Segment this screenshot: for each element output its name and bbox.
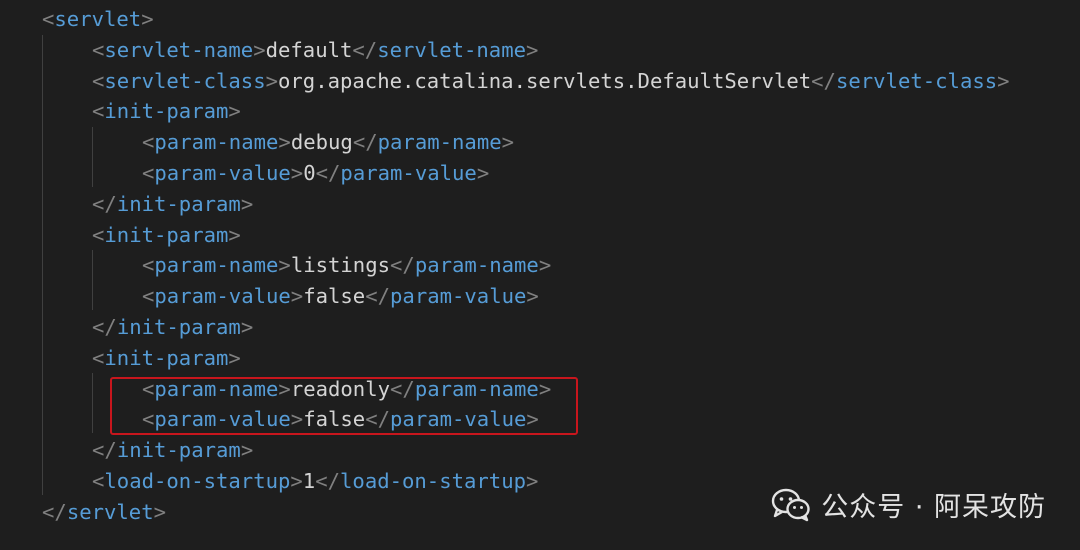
- open-tag-name: param-name: [154, 130, 279, 155]
- watermark: 公众号 · 阿呆攻防: [771, 485, 1046, 524]
- open-tag-name: servlet-class: [104, 68, 266, 93]
- close-tag-name: servlet: [66, 499, 154, 524]
- code-line: <init-param>: [92, 220, 241, 250]
- indent-guide: [92, 373, 93, 433]
- code-editor: <servlet> <servlet-name>default</servlet-…: [0, 0, 1080, 550]
- open-tag-name: servlet-name: [104, 37, 254, 62]
- close-tag-name: init-param: [116, 315, 241, 339]
- code-line: <init-param>: [92, 96, 241, 126]
- bracket: </: [92, 438, 117, 463]
- bracket: <: [142, 253, 155, 278]
- bracket: </: [352, 37, 378, 62]
- close-tag-name: param-name: [414, 253, 539, 278]
- bracket: </: [92, 191, 117, 216]
- code-line: <param-value>0</param-value>: [142, 158, 489, 188]
- bracket: >: [476, 161, 490, 185]
- code-line: <load-on-startup>1</load-on-startup>: [92, 466, 538, 496]
- close-tag-name: servlet-class: [835, 68, 998, 93]
- open-tag-name: param-value: [154, 284, 291, 309]
- element-text: default: [265, 37, 353, 62]
- bracket: </: [811, 68, 836, 93]
- code-line: <param-name>debug</param-name>: [142, 127, 514, 157]
- close-tag-name: init-param: [116, 191, 241, 216]
- bracket: <: [92, 99, 105, 124]
- code-line: <param-value>false</param-value>: [142, 281, 539, 311]
- element-text: 1: [302, 469, 316, 493]
- bracket: >: [526, 469, 539, 493]
- open-tag-name: init-param: [104, 222, 229, 247]
- bracket: >: [265, 68, 278, 93]
- watermark-text: 公众号 · 阿呆攻防: [821, 492, 1046, 523]
- code-line: <servlet-class>org.apache.catalina.servl…: [92, 66, 1010, 96]
- code-line: </init-param>: [92, 189, 253, 219]
- code-line: <init-param>: [92, 343, 241, 373]
- code-line: <servlet-name>default</servlet-name>: [92, 35, 538, 65]
- bracket: >: [278, 253, 291, 278]
- bracket: >: [278, 130, 291, 155]
- bracket: >: [141, 7, 154, 31]
- bracket: >: [240, 438, 254, 463]
- open-tag-name: load-on-startup: [104, 469, 291, 493]
- bracket: <: [92, 37, 105, 62]
- highlight-box: [110, 377, 578, 435]
- bracket: >: [240, 191, 254, 216]
- bracket: >: [228, 345, 241, 370]
- bracket: >: [538, 253, 552, 278]
- indent-guide: [92, 250, 93, 310]
- element-text: listings: [290, 253, 391, 278]
- bracket: </: [315, 469, 341, 493]
- bracket: >: [228, 99, 241, 124]
- bracket: >: [240, 315, 254, 339]
- bracket: >: [997, 68, 1010, 93]
- bracket: <: [92, 469, 105, 493]
- bracket: >: [526, 37, 539, 62]
- element-text: 0: [303, 161, 316, 185]
- bracket: <: [92, 222, 105, 247]
- bracket: <: [142, 284, 155, 309]
- indent-guide: [42, 35, 43, 495]
- bracket: </: [92, 315, 117, 339]
- open-tag-name: init-param: [104, 99, 229, 124]
- bracket: >: [253, 37, 266, 62]
- bracket: </: [390, 253, 415, 278]
- bracket: </: [365, 284, 391, 309]
- element-text: org.apache.catalina.servlets.DefaultServ…: [278, 68, 812, 93]
- bracket: >: [290, 161, 304, 185]
- bracket: <: [92, 68, 105, 93]
- bracket: </: [352, 130, 378, 155]
- open-tag-name: param-value: [154, 161, 291, 185]
- close-tag-name: param-name: [377, 130, 502, 155]
- code-line: </servlet>: [42, 497, 166, 527]
- code-line: </init-param>: [92, 312, 253, 342]
- open-tag-name: init-param: [104, 345, 229, 370]
- close-tag-name: param-value: [340, 161, 477, 185]
- bracket: >: [228, 222, 241, 247]
- code-line: </init-param>: [92, 435, 253, 465]
- element-text: false: [303, 284, 366, 309]
- element-text: debug: [290, 130, 353, 155]
- bracket: >: [153, 499, 167, 524]
- close-tag-name: param-value: [390, 284, 527, 309]
- indent-guide: [92, 127, 93, 187]
- bracket: <: [92, 345, 105, 370]
- bracket: </: [42, 499, 67, 524]
- wechat-icon: [772, 488, 810, 521]
- open-tag-name: servlet: [54, 7, 142, 31]
- close-tag-name: load-on-startup: [340, 469, 526, 493]
- bracket: <: [142, 161, 155, 185]
- bracket: >: [290, 469, 303, 493]
- bracket: <: [142, 130, 155, 155]
- close-tag-name: servlet-name: [377, 37, 527, 62]
- bracket: </: [315, 161, 341, 185]
- close-tag-name: init-param: [116, 438, 241, 463]
- code-line: <param-name>listings</param-name>: [142, 250, 551, 280]
- bracket: >: [290, 284, 304, 309]
- bracket: >: [526, 284, 539, 309]
- code-line: <servlet>: [42, 4, 154, 34]
- open-tag-name: param-name: [154, 253, 279, 278]
- bracket: <: [42, 7, 55, 31]
- bracket: >: [501, 130, 515, 155]
